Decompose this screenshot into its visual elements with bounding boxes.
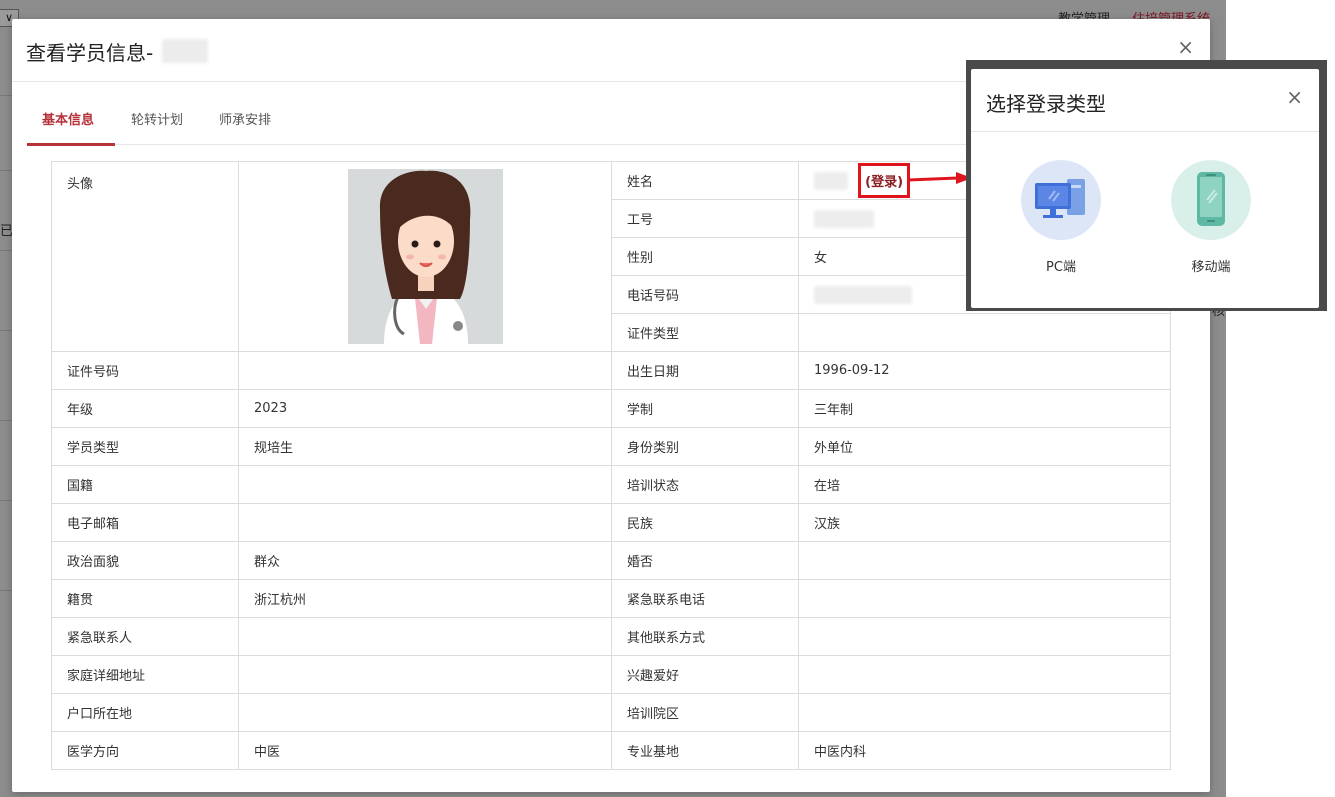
background-divider (0, 250, 12, 251)
field-value (238, 617, 612, 656)
table-row: 籍贯 浙江杭州 紧急联系电话 (51, 579, 1171, 618)
field-value: 群众 (238, 541, 612, 580)
field-value (238, 503, 612, 542)
table-row: 学员类型 规培生 身份类别 外单位 (51, 427, 1171, 466)
field-value: 浙江杭州 (238, 579, 612, 618)
table-row: 政治面貌 群众 婚否 (51, 541, 1171, 580)
table-row: 医学方向 中医 专业基地 中医内科 (51, 731, 1171, 770)
redacted-phone (814, 285, 912, 304)
field-value (238, 693, 612, 732)
background-divider (0, 330, 12, 331)
close-icon[interactable]: × (1177, 35, 1194, 59)
field-value (798, 693, 1171, 732)
field-label: 兴趣爱好 (611, 655, 799, 694)
redacted-job-no (814, 209, 874, 228)
field-label: 民族 (611, 503, 799, 542)
field-label: 专业基地 (611, 731, 799, 770)
phone-label: 电话号码 (611, 275, 799, 314)
mobile-phone-icon (1171, 160, 1251, 240)
avatar (347, 169, 503, 344)
table-row: 紧急联系人 其他联系方式 (51, 617, 1171, 656)
field-value: 2023 (238, 389, 612, 428)
close-icon[interactable]: × (1286, 85, 1303, 109)
field-value: 汉族 (798, 503, 1171, 542)
field-value: 三年制 (798, 389, 1171, 428)
field-label: 国籍 (51, 465, 239, 504)
login-link[interactable]: (登录) (858, 163, 911, 198)
redacted-student-name (162, 39, 208, 63)
field-label: 培训院区 (611, 693, 799, 732)
field-value: 1996-09-12 (798, 351, 1171, 390)
background-divider (0, 95, 12, 96)
tab-rotation-plan[interactable]: 轮转计划 (131, 109, 183, 128)
field-value (238, 465, 612, 504)
avatar-label: 头像 (51, 161, 239, 352)
field-value (798, 655, 1171, 694)
table-row: 证件号码 出生日期 1996-09-12 (51, 351, 1171, 390)
field-label: 学员类型 (51, 427, 239, 466)
field-label: 出生日期 (611, 351, 799, 390)
field-label: 户口所在地 (51, 693, 239, 732)
field-label: 证件号码 (51, 351, 239, 390)
pc-option-label: PC端 (1046, 260, 1076, 275)
field-label: 家庭详细地址 (51, 655, 239, 694)
field-value: 外单位 (798, 427, 1171, 466)
pc-login-option[interactable]: PC端 (1016, 160, 1106, 275)
login-type-popup: 选择登录类型 × PC端 移动端 (971, 69, 1319, 308)
field-label: 紧急联系电话 (611, 579, 799, 618)
modal-title: 查看学员信息- (26, 41, 154, 65)
background-divider (0, 170, 12, 171)
info-rows: 证件号码 出生日期 1996-09-12 年级 2023 学制 三年制 学员类型 规培生 身份类别… (51, 351, 1171, 770)
name-label: 姓名 (611, 161, 799, 200)
avatar-cell (238, 161, 612, 352)
id-type-label: 证件类型 (611, 313, 799, 352)
field-label: 紧急联系人 (51, 617, 239, 656)
background-divider (0, 590, 12, 591)
popup-title: 选择登录类型 (986, 92, 1106, 116)
mobile-option-label: 移动端 (1191, 260, 1231, 275)
field-label: 培训状态 (611, 465, 799, 504)
tab-basic-info[interactable]: 基本信息 (42, 109, 94, 128)
table-row: 家庭详细地址 兴趣爱好 (51, 655, 1171, 694)
field-label: 年级 (51, 389, 239, 428)
field-value: 规培生 (238, 427, 612, 466)
table-row: 年级 2023 学制 三年制 (51, 389, 1171, 428)
field-value (798, 579, 1171, 618)
tab-mentorship[interactable]: 师承安排 (219, 109, 271, 128)
field-label: 身份类别 (611, 427, 799, 466)
field-value (238, 655, 612, 694)
desktop-computer-icon (1021, 160, 1101, 240)
redacted-name (814, 171, 848, 190)
field-label: 婚否 (611, 541, 799, 580)
field-label: 电子邮箱 (51, 503, 239, 542)
table-row: 户口所在地 培训院区 (51, 693, 1171, 732)
field-value: 中医内科 (798, 731, 1171, 770)
field-value (798, 617, 1171, 656)
field-label: 其他联系方式 (611, 617, 799, 656)
field-value (798, 541, 1171, 580)
table-row: 电子邮箱 民族 汉族 (51, 503, 1171, 542)
field-value (238, 351, 612, 390)
field-value: 在培 (798, 465, 1171, 504)
popup-header: 选择登录类型 × (971, 69, 1319, 132)
doctor-avatar-image (347, 169, 503, 344)
active-tab-indicator (27, 143, 115, 146)
field-value: 中医 (238, 731, 612, 770)
field-label: 籍贯 (51, 579, 239, 618)
gender-label: 性别 (611, 237, 799, 276)
table-row: 国籍 培训状态 在培 (51, 465, 1171, 504)
field-label: 医学方向 (51, 731, 239, 770)
id-type-value (798, 313, 1171, 352)
field-label: 学制 (611, 389, 799, 428)
job-no-label: 工号 (611, 199, 799, 238)
mobile-login-option[interactable]: 移动端 (1166, 160, 1256, 275)
background-divider (0, 420, 12, 421)
background-divider (0, 500, 12, 501)
field-label: 政治面貌 (51, 541, 239, 580)
